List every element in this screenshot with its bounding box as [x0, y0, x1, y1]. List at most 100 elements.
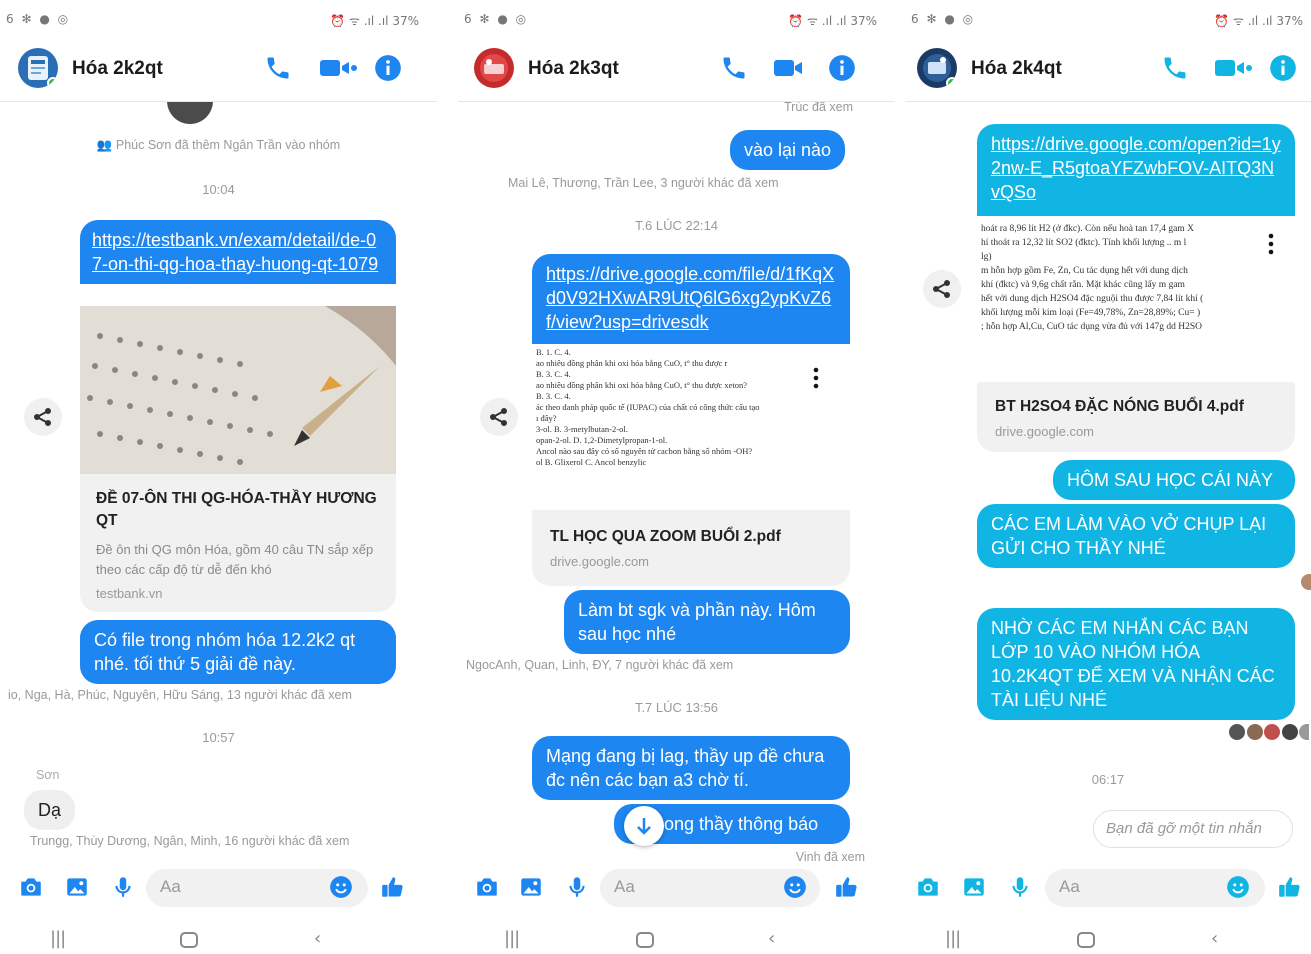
seen-avatar	[1301, 574, 1311, 590]
info-icon[interactable]	[828, 54, 856, 82]
seen-by[interactable]: NgocAnh, Quan, Linh, ĐY, 7 người khác đã…	[466, 658, 733, 672]
camera-icon[interactable]	[18, 874, 44, 900]
like-thumb-icon[interactable]	[1277, 874, 1303, 900]
info-icon[interactable]	[1269, 54, 1297, 82]
seen-by[interactable]: io, Nga, Hà, Phúc, Nguyên, Hữu Sáng, 13 …	[8, 688, 352, 702]
chat-header: Hóa 2k3qt	[458, 40, 895, 102]
share-button[interactable]	[923, 270, 961, 308]
group-avatar[interactable]	[18, 48, 58, 88]
back-nav-icon[interactable]: ‹	[314, 928, 321, 949]
message-link[interactable]: https://drive.google.com/file/d/1fKqXd0V…	[546, 264, 834, 332]
seen-by[interactable]: Trúc đã xem	[784, 102, 853, 114]
home-nav-icon[interactable]	[1077, 932, 1095, 948]
info-icon[interactable]	[374, 54, 402, 82]
member-avatar	[167, 102, 213, 124]
link-message[interactable]: https://testbank.vn/exam/detail/de-07-on…	[80, 220, 396, 284]
video-call-icon[interactable]	[772, 54, 804, 82]
share-icon	[490, 408, 507, 426]
message-list[interactable]: https://drive.google.com/open?id=1y2nw-E…	[905, 102, 1311, 862]
online-indicator	[946, 77, 957, 88]
preview-line: B. 3. C. 4.	[536, 391, 571, 401]
link-preview-image[interactable]	[80, 306, 396, 474]
phone-icon[interactable]	[264, 54, 292, 82]
microphone-icon[interactable]	[564, 874, 590, 900]
share-button[interactable]	[480, 398, 518, 436]
home-nav-icon[interactable]	[636, 932, 654, 948]
preview-line: opan-2-ol. D. 1,2-Dimetylpropan-1-ol.	[536, 435, 668, 445]
preview-line: lg)	[981, 252, 992, 262]
seen-by[interactable]: Mai Lê, Thương, Trần Lee, 3 người khác đ…	[508, 176, 779, 190]
emoji-icon[interactable]	[328, 874, 354, 900]
file-preview-card[interactable]: BT H2SO4 ĐẶC NÓNG BUỔI 4.pdf drive.googl…	[977, 382, 1295, 452]
share-icon	[34, 408, 51, 426]
removed-message[interactable]: Bạn đã gỡ một tin nhắn	[1093, 810, 1293, 848]
recents-nav-icon[interactable]: |||	[504, 928, 520, 949]
link-message[interactable]: https://drive.google.com/open?id=1y2nw-E…	[977, 124, 1295, 216]
seen-by[interactable]: Vinh đã xem	[796, 850, 865, 862]
gallery-icon[interactable]	[518, 874, 544, 900]
camera-icon[interactable]	[474, 874, 500, 900]
card-domain: testbank.vn	[96, 586, 163, 601]
message-bubble[interactable]: Có file trong nhóm hóa 12.2k2 qt nhé. tố…	[80, 620, 396, 684]
preview-line: B. 1. C. 4.	[536, 347, 571, 357]
recents-nav-icon[interactable]: |||	[945, 928, 961, 949]
composer-bar: Aa	[458, 862, 895, 914]
gallery-icon[interactable]	[64, 874, 90, 900]
message-list[interactable]: Trúc đã xem vào lại nào Mai Lê, Thương, …	[458, 102, 895, 862]
message-link[interactable]: https://testbank.vn/exam/detail/de-07-on…	[92, 230, 378, 274]
emoji-icon[interactable]	[782, 874, 808, 900]
composer-bar: Aa	[0, 862, 437, 914]
pdf-preview-image[interactable]: B. 1. C. 4. ao nhiêu đồng phân khi oxi h…	[532, 344, 850, 494]
video-call-icon[interactable]	[1213, 54, 1255, 82]
status-left-icons: 6 ✻ ● ◎	[464, 12, 529, 26]
camera-icon[interactable]	[915, 874, 941, 900]
preview-line: ác theo danh pháp quốc tế (IUPAC) của ch…	[536, 402, 760, 412]
emoji-icon[interactable]	[1225, 874, 1251, 900]
status-right-icons: ⏰ ᯤ .ıl .ıl 37%	[788, 14, 877, 28]
reply-bubble[interactable]: Dạ	[24, 790, 76, 830]
back-nav-icon[interactable]: ‹	[768, 928, 775, 949]
like-thumb-icon[interactable]	[380, 874, 406, 900]
message-bubble[interactable]: vào lại nào	[730, 130, 846, 170]
pdf-preview-image[interactable]: hoát ra 8,96 lít H2 (ở đkc). Còn nếu hoà…	[977, 216, 1295, 382]
sender-name: Sơn	[36, 768, 60, 782]
share-button[interactable]	[24, 398, 62, 436]
microphone-icon[interactable]	[1007, 874, 1033, 900]
file-name: BT H2SO4 ĐẶC NÓNG BUỔI 4.pdf	[995, 398, 1244, 415]
message-bubble[interactable]: NHỜ CÁC EM NHẮN CÁC BẠN LỚP 10 VÀO NHÓM …	[977, 608, 1295, 720]
message-bubble[interactable]: Mạng đang bị lag, thầy up đề chưa đc nên…	[532, 736, 850, 800]
link-preview-card[interactable]: ĐỀ 07-ÔN THI QG-HÓA-THẦY HƯƠNG QT Đề ôn …	[80, 474, 396, 612]
microphone-icon[interactable]	[110, 874, 136, 900]
group-avatar[interactable]	[917, 48, 957, 88]
more-vert-icon[interactable]	[1267, 232, 1275, 256]
link-message[interactable]: https://drive.google.com/file/d/1fKqXd0V…	[532, 254, 850, 344]
phone-icon[interactable]	[1161, 54, 1189, 82]
phone-icon[interactable]	[720, 54, 748, 82]
message-text: ong thầy thông báo	[664, 814, 819, 834]
message-bubble[interactable]: HÔM SAU HỌC CÁI NÀY	[1053, 460, 1295, 500]
system-note: Phúc Sơn đã thêm Ngân Trần vào nhóm	[115, 138, 341, 152]
phone-screen-3: 6 ✻ ● ◎ ⏰ ᯤ .ıl .ıl 37% Hóa 2k4qt https:…	[905, 0, 1311, 954]
seen-by[interactable]: Trungg, Thùy Dương, Ngân, Minh, 16 người…	[30, 834, 349, 848]
message-list[interactable]: 👥 Phúc Sơn đã thêm Ngân Trần vào nhóm 10…	[0, 102, 437, 862]
message-link[interactable]: https://drive.google.com/open?id=1y2nw-E…	[991, 134, 1281, 202]
video-call-icon[interactable]	[318, 54, 360, 82]
chat-header: Hóa 2k4qt	[905, 40, 1311, 102]
card-domain: drive.google.com	[995, 424, 1094, 439]
message-bubble[interactable]: Làm bt sgk và phần này. Hôm sau học nhé	[564, 590, 850, 654]
recents-nav-icon[interactable]: |||	[50, 928, 66, 949]
message-bubble[interactable]: CÁC EM LÀM VÀO VỞ CHỤP LẠI GỬI CHO THẦY …	[977, 504, 1295, 568]
composer-bar: Aa	[905, 862, 1311, 914]
preview-line: ı đây?	[536, 413, 557, 423]
preview-line: 3-ol. B. 3-metylbutan-2-ol.	[536, 424, 628, 434]
file-preview-card[interactable]: TL HỌC QUA ZOOM BUỔI 2.pdf drive.google.…	[532, 510, 850, 586]
like-thumb-icon[interactable]	[834, 874, 860, 900]
preview-line: m hỗn hợp gồm Fe, Zn, Cu tác dụng hết vớ…	[981, 266, 1188, 276]
gallery-icon[interactable]	[961, 874, 987, 900]
scroll-down-button[interactable]	[624, 806, 664, 846]
group-avatar[interactable]	[474, 48, 514, 88]
back-nav-icon[interactable]: ‹	[1211, 928, 1218, 949]
seen-avatars[interactable]	[1229, 724, 1309, 742]
more-vert-icon[interactable]	[812, 366, 820, 390]
home-nav-icon[interactable]	[180, 932, 198, 948]
